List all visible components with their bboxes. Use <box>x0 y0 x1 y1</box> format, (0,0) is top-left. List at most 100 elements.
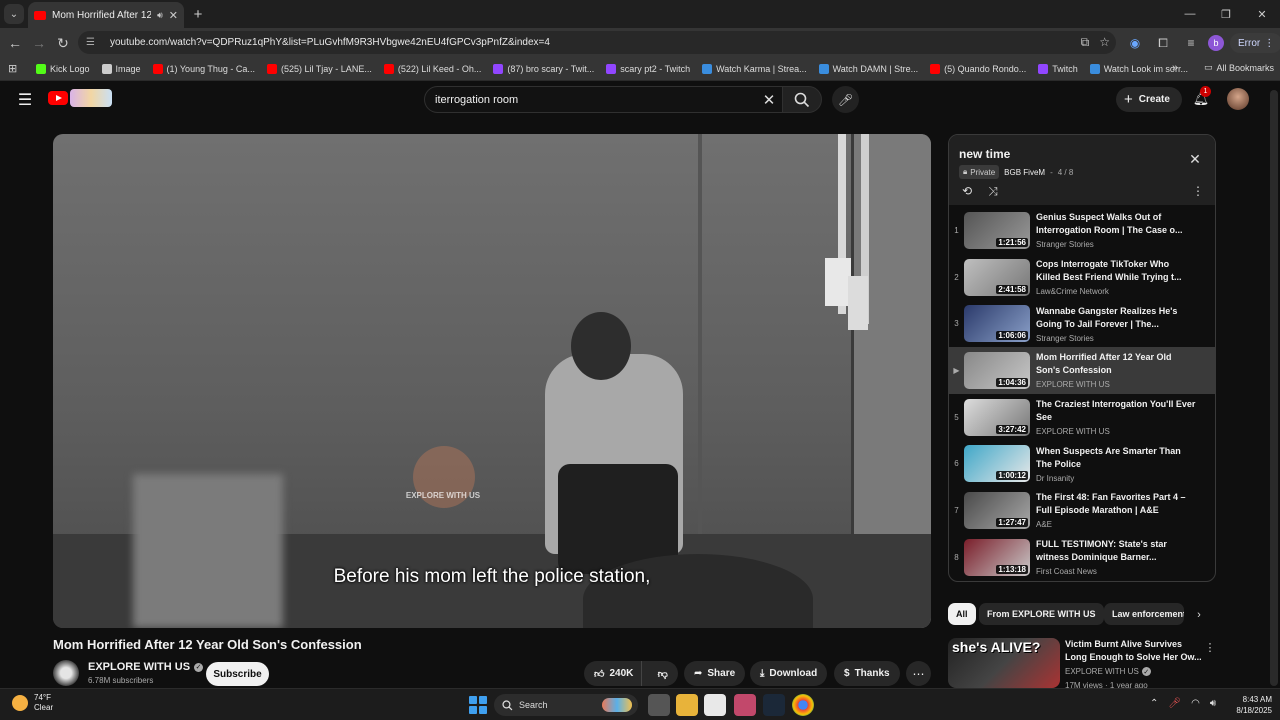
playlist-item[interactable]: 3 1:06:06 Wannabe Gangster Realizes He's G… <box>949 300 1215 347</box>
minimize-icon[interactable]: — <box>1172 0 1208 28</box>
download-button[interactable]: ⤓ Download <box>750 661 828 686</box>
loop-icon[interactable]: ⟲ <box>959 184 975 198</box>
tray-overflow-icon[interactable]: ⌃ <box>1150 698 1158 709</box>
url-text[interactable]: youtube.com/watch?v=QDPRuz1qPhY&list=PLu… <box>110 37 550 48</box>
bookmark-item[interactable]: Image <box>101 63 141 74</box>
playlist-item-title[interactable]: Genius Suspect Walks Out of Interrogatio… <box>1036 211 1196 237</box>
bookmark-item[interactable]: Kick Logo <box>36 63 90 74</box>
playlist-item-channel[interactable]: Law&Crime Network <box>1036 287 1196 296</box>
browser-tab-active[interactable]: Mom Horrified After 12 Year Old Son's Co… <box>28 2 184 28</box>
menu-icon[interactable]: ☰ <box>14 89 36 111</box>
playlist-item-thumbnail[interactable]: 2:41:58 <box>964 258 1030 296</box>
playlist-item-thumbnail[interactable]: 3:27:42 <box>964 398 1030 436</box>
weather-widget[interactable]: 74°F Clear <box>12 693 53 713</box>
tab-search-icon[interactable]: ⌄ <box>4 4 24 24</box>
forward-icon[interactable]: → <box>28 32 50 54</box>
playlist-item-title[interactable]: The First 48: Fan Favorites Part 4 – Ful… <box>1036 491 1196 517</box>
like-button[interactable]: 👍︎ 240K <box>584 661 643 686</box>
microphone-active-icon[interactable]: 🎤︎ <box>1168 698 1181 709</box>
restore-icon[interactable]: ❐ <box>1208 0 1244 28</box>
playlist-item-channel[interactable]: EXPLORE WITH US <box>1036 380 1196 389</box>
playlist-title[interactable]: new time <box>959 147 1010 161</box>
shuffle-icon[interactable]: ⤨ <box>985 184 1001 198</box>
bookmark-star-icon[interactable]: ☆ <box>1099 35 1110 50</box>
playlist-item[interactable]: 5 3:27:42 The Craziest Interrogation You'l… <box>949 394 1215 441</box>
subscribe-button[interactable]: Subscribe <box>206 662 269 686</box>
recommendation-channel-text[interactable]: EXPLORE WITH US <box>1065 667 1139 676</box>
bookmark-item[interactable]: (1) Young Thug - Ca... <box>152 63 255 74</box>
playlist-item-thumbnail[interactable]: 1:27:47 <box>964 491 1030 529</box>
channel-avatar[interactable] <box>53 660 79 686</box>
more-actions-icon[interactable]: ⋯ <box>906 661 931 686</box>
install-app-icon[interactable]: ⧉ <box>1081 35 1090 50</box>
thanks-button[interactable]: $ Thanks <box>834 661 900 686</box>
playlist-item-title[interactable]: Cops Interrogate TikToker Who Killed Bes… <box>1036 258 1196 284</box>
taskbar-clock[interactable]: 8:43 AM 8/18/2025 <box>1226 694 1272 716</box>
playlist-item-channel[interactable]: EXPLORE WITH US <box>1036 427 1196 436</box>
address-bar[interactable]: ☰ youtube.com/watch?v=QDPRuz1qPhY&list=P… <box>78 31 1116 54</box>
playlist-more-icon[interactable]: ⋮ <box>1190 184 1206 198</box>
bookmark-item[interactable]: scary pt2 - Twitch <box>606 63 690 74</box>
recommendation-channel[interactable]: EXPLORE WITH US ✓ <box>1065 667 1151 676</box>
bookmark-item[interactable]: Watch Karma | Strea... <box>702 63 807 74</box>
error-button[interactable]: Error ⋮ <box>1230 33 1280 53</box>
close-tab-icon[interactable]: ✕ <box>169 9 178 22</box>
chip-from-channel[interactable]: From EXPLORE WITH US <box>979 603 1104 625</box>
playlist-item-thumbnail[interactable]: 1:04:36 <box>964 351 1030 389</box>
profile-icon[interactable]: b <box>1208 35 1224 51</box>
playlist-item-channel[interactable]: Dr Insanity <box>1036 474 1196 483</box>
playlist-item[interactable]: 1 1:21:56 Genius Suspect Walks Out of Inte… <box>949 207 1215 254</box>
playlist-item-title[interactable]: The Craziest Interrogation You'll Ever S… <box>1036 398 1196 424</box>
bookmark-item[interactable]: (5) Quando Rondo... <box>930 63 1026 74</box>
playlist-item-thumbnail[interactable]: 1:06:06 <box>964 305 1030 343</box>
recommendation-thumbnail[interactable]: she's ALIVE? <box>948 638 1060 688</box>
playlist-item-title[interactable]: When Suspects Are Smarter Than The Polic… <box>1036 445 1196 471</box>
new-tab-icon[interactable]: + <box>188 4 208 24</box>
search-button[interactable] <box>782 86 822 113</box>
video-player[interactable]: EXPLORE WITH US Before his mom left the … <box>53 134 931 628</box>
playlist-item[interactable]: 8 1:13:18 FULL TESTIMONY: State's star wit… <box>949 534 1215 581</box>
task-view-icon[interactable] <box>648 694 670 716</box>
back-icon[interactable]: ← <box>4 32 26 54</box>
speaker-icon[interactable]: 🔊︎ <box>157 10 163 21</box>
playlist-item-title[interactable]: Mom Horrified After 12 Year Old Son's Co… <box>1036 351 1196 377</box>
chevron-right-icon[interactable]: › <box>1190 606 1208 624</box>
file-explorer-icon[interactable] <box>676 694 698 716</box>
reload-icon[interactable]: ↻ <box>52 32 74 54</box>
channel-name[interactable]: EXPLORE WITH US ✓ <box>88 661 204 673</box>
playlist-item-title[interactable]: Wannabe Gangster Realizes He's Going To … <box>1036 305 1196 331</box>
playlist-item-channel[interactable]: Stranger Stories <box>1036 240 1196 249</box>
extension-audio-icon[interactable]: ◉ <box>1124 32 1146 54</box>
microphone-icon[interactable]: 🎤︎ <box>832 86 859 113</box>
taskbar-search[interactable]: Search <box>494 694 638 716</box>
bookmark-item[interactable]: (87) bro scary - Twit... <box>493 63 594 74</box>
playlist-item[interactable]: ▶ 1:04:36 Mom Horrified After 12 Year Old … <box>949 347 1215 394</box>
playlist-item-title[interactable]: FULL TESTIMONY: State's star witness Dom… <box>1036 538 1196 564</box>
youtube-doodle[interactable] <box>70 89 112 107</box>
playlist-item-thumbnail[interactable]: 1:13:18 <box>964 538 1030 576</box>
search-input[interactable]: iterrogation room <box>424 86 786 113</box>
windows-start-icon[interactable] <box>469 696 487 714</box>
media-queue-icon[interactable]: ≡ <box>1180 32 1202 54</box>
playlist-item[interactable]: 6 1:00:12 When Suspects Are Smarter Than T… <box>949 440 1215 487</box>
extensions-puzzle-icon[interactable]: ⧠ <box>1152 32 1174 54</box>
channel-name-text[interactable]: EXPLORE WITH US <box>88 661 190 673</box>
site-info-icon[interactable]: ☰ <box>86 37 102 48</box>
playlist-item[interactable]: 7 1:27:47 The First 48: Fan Favorites Part… <box>949 487 1215 534</box>
chip-all[interactable]: All <box>948 603 976 625</box>
playlist-owner[interactable]: BGB FiveM <box>1004 168 1045 177</box>
app-icon[interactable] <box>734 694 756 716</box>
notion-icon[interactable] <box>704 694 726 716</box>
close-window-icon[interactable]: ✕ <box>1244 0 1280 28</box>
playlist-item-thumbnail[interactable]: 1:21:56 <box>964 211 1030 249</box>
playlist-item-thumbnail[interactable]: 1:00:12 <box>964 445 1030 483</box>
chrome-icon[interactable] <box>792 694 814 716</box>
recommendation-more-icon[interactable]: ⋮ <box>1204 640 1216 654</box>
playlist-item-channel[interactable]: A&E <box>1036 520 1196 529</box>
bookmark-item[interactable]: Watch DAMN | Stre... <box>818 63 918 74</box>
bookmarks-overflow-icon[interactable]: » <box>1172 62 1178 74</box>
all-bookmarks[interactable]: ▭ All Bookmarks <box>1204 62 1274 73</box>
create-button[interactable]: + Create <box>1116 87 1182 112</box>
apps-grid-icon[interactable]: ⊞ <box>8 62 22 75</box>
chip-law-enforcement[interactable]: Law enforcement <box>1104 603 1184 625</box>
